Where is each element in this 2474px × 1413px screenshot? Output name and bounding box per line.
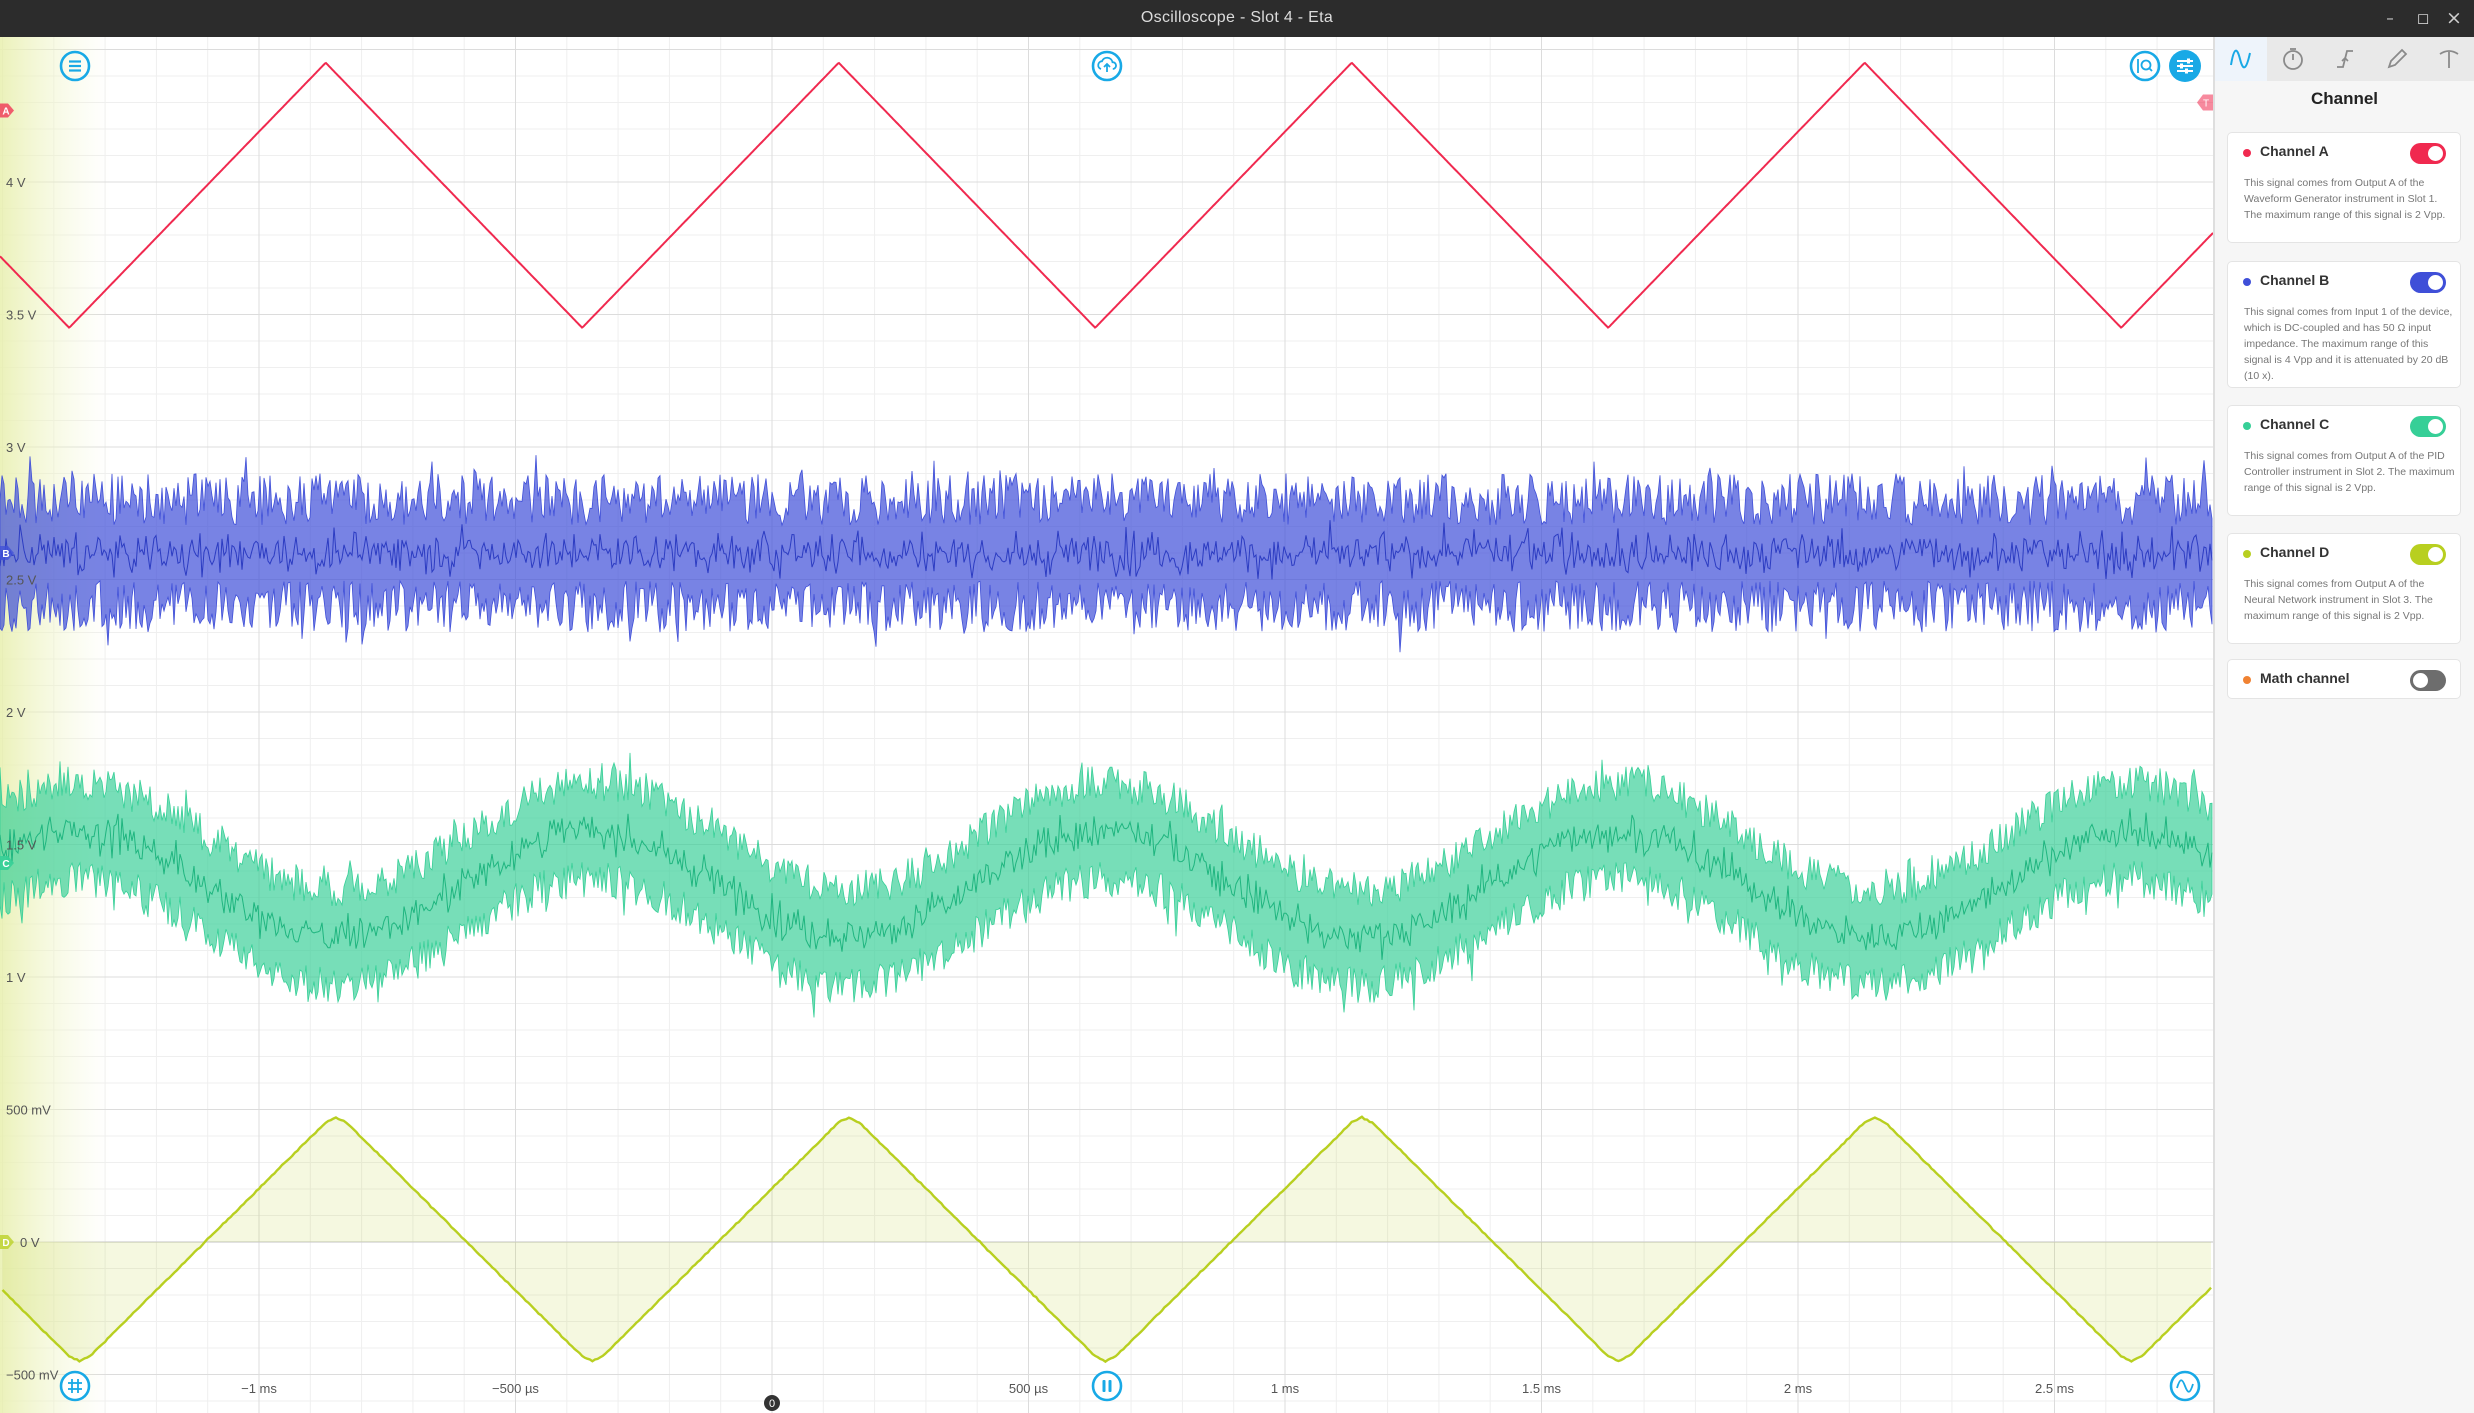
y-axis-tick-label: 2.5 V	[6, 573, 37, 588]
grid-icon	[59, 1370, 91, 1402]
x-axis-tick-label: −500 µs	[492, 1381, 539, 1396]
side-panel: Channel Channel A This signal comes from…	[2213, 37, 2474, 1413]
cloud-upload-icon	[1091, 50, 1123, 82]
channel-a-description: This signal comes from Output A of the W…	[2244, 177, 2446, 221]
channel-tab-icon	[2230, 49, 2251, 69]
channel-marker-label: C	[2, 859, 9, 870]
tab-trigger[interactable]	[2319, 37, 2371, 81]
window-titlebar: Oscilloscope - Slot 4 - Eta – ◻ ×	[0, 0, 2474, 37]
y-axis-tick-label: −500 mV	[6, 1368, 59, 1383]
y-axis-tick-label: 1 V	[6, 970, 26, 985]
channel-c-envelope	[0, 752, 2213, 1018]
hamburger-menu-icon	[59, 50, 91, 82]
channel-d-description: This signal comes from Output A of the N…	[2244, 578, 2433, 622]
waveform-button[interactable]	[2169, 1370, 2201, 1402]
window-title: Oscilloscope - Slot 4 - Eta	[1140, 9, 1334, 26]
channel-card-a: Channel A This signal comes from Output …	[2227, 132, 2461, 243]
math-channel-toggle[interactable]	[2410, 670, 2446, 691]
channel-d-fill	[2, 1116, 2211, 1362]
channel-c-color-dot	[2243, 422, 2251, 430]
channel-card-c: Channel C This signal comes from Output …	[2227, 405, 2461, 516]
channel-b-envelope	[0, 455, 2213, 653]
trigger-tab-icon	[2337, 50, 2353, 68]
channel-a-label: Channel A	[2260, 143, 2329, 159]
channel-card-math: Math channel	[2227, 659, 2461, 699]
x-axis-labels: −1 ms −500 µs 500 µs 1 ms 1.5 ms 2 ms 2.5 ms	[241, 1381, 2074, 1396]
timebase-tab-icon	[2283, 48, 2303, 70]
x-axis-tick-label: −1 ms	[241, 1381, 277, 1396]
oscilloscope-plot[interactable]: 4 V 3.5 V 3 V 2.5 V 2 V 1.5 V 1 V 500 mV 0 V −500…	[0, 37, 2213, 1413]
tab-timebase[interactable]	[2267, 37, 2319, 81]
channel-a-color-dot	[2243, 149, 2251, 157]
tab-cursor[interactable]	[2423, 37, 2474, 81]
cursor-tab-icon	[2439, 50, 2459, 68]
channel-b-label: Channel B	[2260, 272, 2330, 288]
x-axis-tick-label: 1 ms	[1271, 1381, 1300, 1396]
channel-c-description: This signal comes from Output A of the P…	[2244, 450, 2455, 494]
x-axis-tick-label: 2.5 ms	[2035, 1381, 2075, 1396]
y-axis-tick-label: 3.5 V	[6, 308, 37, 323]
channel-card-b: Channel B This signal comes from Input 1…	[2227, 261, 2461, 388]
channel-d-toggle[interactable]	[2410, 544, 2446, 565]
pause-button[interactable]	[1091, 1370, 1123, 1402]
y-axis-tick-label: 500 mV	[6, 1103, 51, 1118]
channel-marker-label: B	[2, 549, 9, 560]
x-axis-tick-label: 500 µs	[1009, 1381, 1049, 1396]
settings-button[interactable]	[2169, 50, 2201, 82]
minimize-button[interactable]: –	[2378, 6, 2402, 30]
menu-button[interactable]	[59, 50, 91, 82]
tab-channel[interactable]	[2215, 37, 2267, 81]
measure-tab-icon	[2387, 48, 2408, 69]
channel-marker-label: A	[2, 106, 9, 117]
upload-button[interactable]	[1091, 50, 1123, 82]
grid-button[interactable]	[59, 1370, 91, 1402]
channel-a-toggle[interactable]	[2410, 143, 2446, 164]
channel-b-description: This signal comes from Input 1 of the de…	[2244, 306, 2453, 382]
close-button[interactable]: ×	[2442, 6, 2466, 30]
y-axis-tick-label: 0 V	[20, 1235, 40, 1250]
trigger-time-label: 0	[769, 1398, 775, 1410]
channel-c-toggle[interactable]	[2410, 416, 2446, 437]
pause-icon	[1091, 1370, 1123, 1402]
tab-measure[interactable]	[2371, 37, 2423, 81]
channel-d-color-dot	[2243, 550, 2251, 558]
channel-c-label: Channel C	[2260, 416, 2330, 432]
channel-b-toggle[interactable]	[2410, 272, 2446, 293]
channel-marker-label: D	[2, 1238, 9, 1249]
sliders-icon	[2177, 58, 2193, 74]
channel-d-label: Channel D	[2260, 544, 2330, 560]
zoom-button[interactable]	[2129, 50, 2161, 82]
y-axis-tick-label: 4 V	[6, 175, 26, 190]
channel-card-d: Channel D This signal comes from Output …	[2227, 533, 2461, 644]
plot-canvas[interactable]: 4 V 3.5 V 3 V 2.5 V 2 V 1.5 V 1 V 500 mV 0 V −500…	[0, 37, 2213, 1413]
channel-b-color-dot	[2243, 278, 2251, 286]
x-axis-tick-label: 1.5 ms	[1522, 1381, 1562, 1396]
maximize-button[interactable]: ◻	[2411, 6, 2435, 30]
side-panel-tabs	[2215, 37, 2474, 81]
y-axis-tick-label: 2 V	[6, 705, 26, 720]
panel-title: Channel	[2310, 89, 2379, 108]
pre-trigger-shade	[0, 37, 110, 1413]
trigger-level-label: T	[2203, 99, 2209, 110]
waveform-icon	[2169, 1370, 2201, 1402]
zoom-fit-icon	[2129, 50, 2161, 82]
math-channel-color-dot	[2243, 676, 2251, 684]
y-axis-tick-label: 3 V	[6, 440, 26, 455]
y-axis-tick-label: 1.5 V	[6, 838, 37, 853]
math-channel-label: Math channel	[2260, 670, 2350, 686]
x-axis-tick-label: 2 ms	[1784, 1381, 1813, 1396]
